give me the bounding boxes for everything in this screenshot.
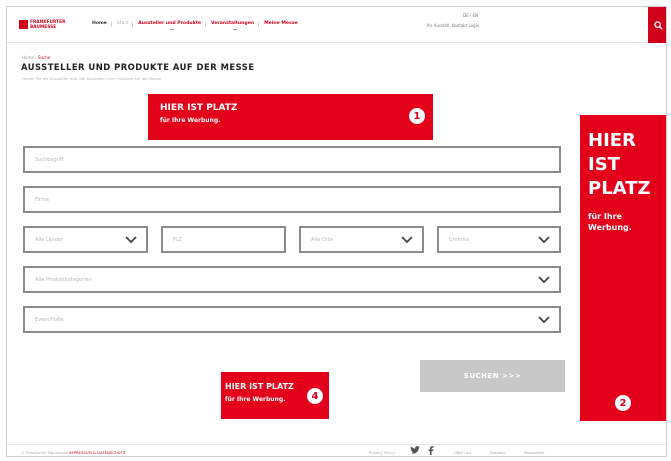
- footer-link[interactable]: Privacy Policy: [369, 450, 395, 455]
- chevron-down-icon: [125, 235, 137, 243]
- ad-headline: HIER IST PLATZ: [588, 130, 651, 199]
- ad-number-badge: 2: [615, 395, 631, 411]
- city-select[interactable]: Alle Orte: [299, 226, 424, 253]
- ad-subline: für Ihre Werbung.: [160, 117, 221, 124]
- city-select-value: Alle Orte: [311, 236, 333, 243]
- category-select-value: Alle Produktkategorien: [35, 276, 92, 283]
- ad-banner-2[interactable]: HIER IST PLATZ für Ihre Werbung. 2: [580, 115, 666, 421]
- logo-mark-icon: [19, 20, 28, 29]
- breadcrumb-current: Suche: [37, 55, 51, 60]
- chevron-down-icon: [169, 29, 174, 31]
- ad-number-badge: 4: [307, 388, 323, 404]
- page-title: AUSSTELLER UND PRODUKTE AUF DER MESSE: [21, 62, 255, 72]
- top-links[interactable]: Ihr Ausstell. Kontakt Login: [427, 23, 479, 28]
- chevron-down-icon: [538, 275, 550, 283]
- company-input[interactable]: [25, 188, 559, 211]
- search-icon: [653, 20, 663, 30]
- site-header: FRANKFURTER BAUMESSE Home Start Ausstell…: [7, 7, 666, 43]
- ad-number-badge: 1: [409, 108, 425, 124]
- radius-select[interactable]: Umkreis: [437, 226, 561, 253]
- chevron-down-icon: [538, 315, 550, 323]
- company-field[interactable]: [23, 186, 561, 213]
- footer-link[interactable]: Über uns: [454, 450, 471, 455]
- breadcrumb-home[interactable]: Home: [22, 55, 34, 60]
- search-term-field[interactable]: [23, 146, 561, 173]
- page-subtitle: Finden Sie die Aussteller bzw. die Ausst…: [22, 76, 162, 81]
- main-nav: Home Start Aussteller und Produkte Veran…: [87, 21, 303, 30]
- country-select-value: Alle Länder: [35, 236, 64, 243]
- ad-headline: HIER IST PLATZ: [225, 382, 294, 391]
- search-term-input[interactable]: [25, 148, 559, 171]
- nav-events[interactable]: Veranstaltungen: [206, 21, 260, 30]
- event-select[interactable]: Event/Halle: [23, 306, 561, 333]
- logo[interactable]: FRANKFURTER BAUMESSE: [19, 17, 65, 33]
- footer-link[interactable]: Kontakt: [490, 450, 505, 455]
- nav-home[interactable]: Home: [87, 21, 112, 27]
- breadcrumb: Home › Suche: [22, 55, 51, 60]
- ad-subline: für Ihre Werbung.: [588, 212, 632, 232]
- ad-subline: für Ihre Werbung.: [225, 396, 286, 403]
- country-select[interactable]: Alle Länder: [23, 226, 148, 253]
- nav-start[interactable]: Start: [112, 21, 134, 27]
- footer-copyright: © Frankfurter Baumesse IMPRESSUM & DATEN…: [21, 450, 126, 455]
- footer-link[interactable]: Newsletter: [524, 450, 545, 455]
- zip-field[interactable]: [161, 226, 286, 253]
- footer-imprint-link[interactable]: IMPRESSUM & DATENSCHUTZ: [69, 450, 125, 455]
- logo-text: FRANKFURTER BAUMESSE: [30, 19, 66, 29]
- zip-input[interactable]: [163, 228, 284, 251]
- chevron-down-icon: [538, 235, 550, 243]
- category-select[interactable]: Alle Produktkategorien: [23, 266, 561, 293]
- site-footer: © Frankfurter Baumesse IMPRESSUM & DATEN…: [7, 444, 666, 456]
- nav-exhibitors[interactable]: Aussteller und Produkte: [133, 21, 207, 30]
- nav-my-fair[interactable]: Meine Messe: [259, 21, 303, 26]
- footer-links: Privacy Policy Über uns Kontakt Newslett…: [369, 450, 563, 455]
- chevron-down-icon: [232, 29, 237, 31]
- chevron-down-icon: [401, 235, 413, 243]
- ad-banner-1[interactable]: HIER IST PLATZ für Ihre Werbung. 1: [148, 94, 433, 140]
- radius-select-value: Umkreis: [449, 236, 470, 243]
- ad-banner-4[interactable]: HIER IST PLATZ für Ihre Werbung. 4: [221, 372, 329, 419]
- search-button[interactable]: [648, 7, 666, 43]
- language-switch[interactable]: DE / EN: [463, 13, 478, 18]
- submit-button[interactable]: SUCHEN >>>: [420, 360, 565, 392]
- event-select-value: Event/Halle: [35, 316, 64, 323]
- page-frame: FRANKFURTER BAUMESSE Home Start Ausstell…: [6, 6, 667, 457]
- ad-headline: HIER IST PLATZ: [160, 103, 238, 113]
